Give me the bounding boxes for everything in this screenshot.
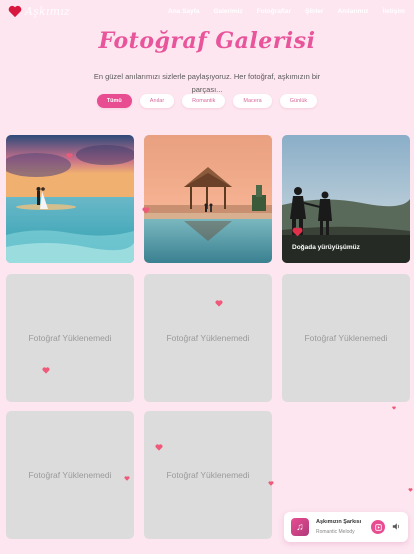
heart-logo-icon bbox=[8, 5, 22, 18]
floating-heart-icon bbox=[66, 153, 73, 159]
filter-adventure-button[interactable]: Macera bbox=[233, 94, 272, 108]
nav-link-memories[interactable]: Anılarımız bbox=[337, 8, 368, 15]
gallery-photo-placeholder[interactable]: Fotoğraf Yüklenemedi bbox=[6, 411, 134, 539]
gallery-photo-placeholder[interactable]: Fotoğraf Yüklenemedi bbox=[6, 274, 134, 402]
song-title: Aşkımızın Şarkısı bbox=[316, 519, 362, 525]
filter-bar: Tümü Anılar Romantik Macera Günlük bbox=[0, 94, 414, 108]
resort-gazebo-image bbox=[144, 135, 272, 263]
nav-link-contact[interactable]: İletişim bbox=[383, 8, 405, 15]
favorite-heart-icon[interactable] bbox=[292, 227, 303, 237]
placeholder-text: Fotoğraf Yüklenemedi bbox=[28, 333, 112, 343]
music-player: ♫ Aşkımızın Şarkısı Romantic Melody bbox=[284, 512, 408, 542]
placeholder-text: Fotoğraf Yüklenemedi bbox=[166, 470, 250, 480]
floating-heart-icon bbox=[215, 300, 223, 307]
floating-heart-icon bbox=[124, 476, 130, 481]
placeholder-text: Fotoğraf Yüklenemedi bbox=[166, 333, 250, 343]
music-note-icon: ♫ bbox=[291, 518, 309, 536]
nav-link-photos[interactable]: Fotoğraflar bbox=[257, 8, 291, 15]
logo-text: Aşkımız bbox=[25, 5, 70, 18]
placeholder-text: Fotoğraf Yüklenemedi bbox=[28, 470, 112, 480]
nav-links: Ana Sayfa Galerimiz Fotoğraflar Şiirler … bbox=[168, 8, 414, 15]
floating-heart-icon bbox=[392, 406, 396, 410]
floating-heart-icon bbox=[142, 207, 150, 214]
volume-icon[interactable] bbox=[392, 522, 400, 531]
floating-heart-icon bbox=[408, 488, 413, 492]
floating-heart-icon bbox=[155, 444, 163, 451]
photo-caption: Doğada yürüyüşümüz bbox=[292, 244, 360, 251]
nav-link-home[interactable]: Ana Sayfa bbox=[168, 8, 199, 15]
gallery-photo-placeholder[interactable]: Fotoğraf Yüklenemedi bbox=[144, 274, 272, 402]
play-icon bbox=[374, 523, 382, 531]
song-artist: Romantic Melody bbox=[316, 529, 355, 535]
floating-heart-icon bbox=[42, 367, 50, 374]
page-subtitle: En güzel anılarımızı sizlerle paylaşıyor… bbox=[93, 72, 321, 94]
nav-link-gallery[interactable]: Galerimiz bbox=[213, 8, 242, 15]
placeholder-text: Fotoğraf Yüklenemedi bbox=[304, 333, 388, 343]
page-title: Fotoğraf Galerisi bbox=[98, 28, 316, 54]
gallery-photo-resort-gazebo[interactable] bbox=[144, 135, 272, 263]
filter-all-button[interactable]: Tümü bbox=[96, 94, 132, 108]
nav-link-poems[interactable]: Şiirler bbox=[305, 8, 323, 15]
filter-romantic-button[interactable]: Romantik bbox=[182, 94, 226, 108]
gallery-photo-placeholder[interactable]: Fotoğraf Yüklenemedi bbox=[282, 274, 410, 402]
logo[interactable]: Aşkımız bbox=[8, 5, 70, 18]
gallery-photo-placeholder[interactable]: Fotoğraf Yüklenemedi bbox=[144, 411, 272, 539]
filter-daily-button[interactable]: Günlük bbox=[279, 94, 318, 108]
play-button[interactable] bbox=[371, 520, 385, 534]
gallery-photo-walking-couple[interactable]: Doğada yürüyüşümüz bbox=[282, 135, 410, 263]
filter-memories-button[interactable]: Anılar bbox=[139, 94, 175, 108]
floating-heart-icon bbox=[268, 481, 274, 486]
top-navigation: Aşkımız Ana Sayfa Galerimiz Fotoğraflar … bbox=[0, 0, 414, 26]
